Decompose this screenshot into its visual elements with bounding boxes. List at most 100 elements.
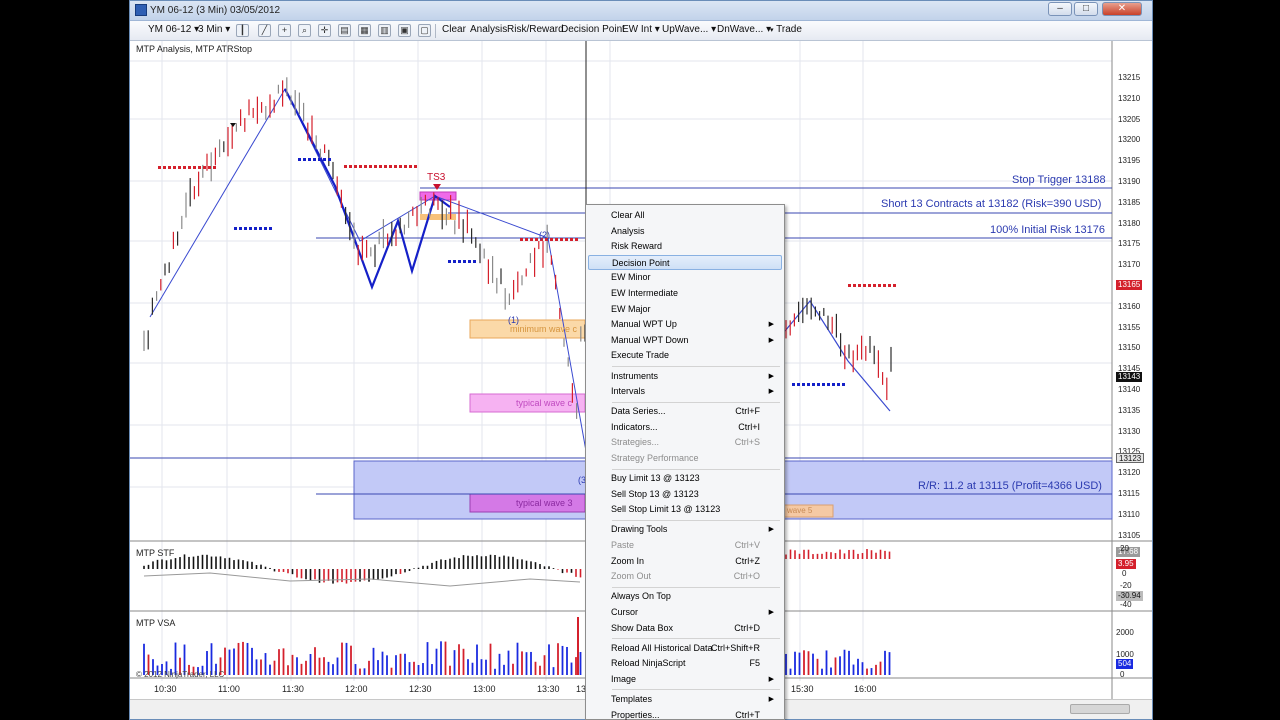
clear-button[interactable]: Clear [442,24,466,35]
zoom-icon[interactable]: ⌕ [298,24,311,37]
always-on-top-icon[interactable]: ▢ [418,24,431,37]
menu-item-clear-all[interactable]: Clear All [588,208,782,223]
menu-item-drawing-tools[interactable]: Drawing Tools ▶ [588,522,782,537]
analysis-button[interactable]: Analysis [470,24,507,35]
scrollbar-thumb[interactable] [1070,704,1130,714]
data-box-icon[interactable]: ▦ [358,24,371,37]
cursor-icon[interactable]: + [278,24,291,37]
risk-reward-button[interactable]: Risk/Reward [507,24,564,35]
price-axis-label: 13160 [1118,301,1141,311]
close-button[interactable]: ✕ [1102,2,1142,16]
price-axis-label: 13105 [1118,530,1141,540]
crosshair-icon[interactable]: ✛ [318,24,331,37]
menu-item-ew-minor[interactable]: EW Minor [588,270,782,285]
upwave-button[interactable]: UpWave... ▾ [662,24,716,35]
price-axis-label: 13200 [1118,135,1141,145]
atr-stop-dot [404,165,407,168]
menu-item-analysis[interactable]: Analysis [588,224,782,239]
menu-item-label: Sell Stop Limit 13 @ 13123 [611,504,721,515]
menu-item-risk-reward[interactable]: Risk Reward [588,239,782,254]
menu-item-label: Manual WPT Down [611,334,689,345]
menu-item-ew-intermediate[interactable]: EW Intermediate [588,286,782,301]
menu-item-templates[interactable]: Templates ▶ [588,692,782,707]
menu-item-label: Instruments [611,370,659,381]
menu-item-cursor[interactable]: Cursor ▶ [588,605,782,620]
menu-item-reload-ninjascript[interactable]: Reload NinjaScript F5 [588,656,782,671]
dnwave-button[interactable]: DnWave... ▾ [717,24,771,35]
menu-item-show-data-box[interactable]: Show Data Box Ctrl+D [588,621,782,636]
menu-item-instruments[interactable]: Instruments ▶ [588,369,782,384]
menu-item-execute-trade[interactable]: Execute Trade [588,348,782,363]
vsa-tag: 504 [1116,659,1134,669]
menu-item-label: Buy Limit 13 @ 13123 [611,473,700,484]
menu-item-manual-wpt-down[interactable]: Manual WPT Down ▶ [588,333,782,348]
menu-item-manual-wpt-up[interactable]: Manual WPT Up ▶ [588,317,782,332]
menu-item-shortcut: Ctrl+V [734,540,760,550]
menu-item-image[interactable]: Image ▶ [588,672,782,687]
atr-stop-dot [525,238,528,241]
menu-item-decision-point[interactable]: Decision Point [588,254,782,270]
indicators-icon[interactable]: ▥ [378,24,391,37]
menu-item-zoom-in[interactable]: Zoom In Ctrl+Z [588,554,782,569]
menu-item-buy-limit-13-13123[interactable]: Buy Limit 13 @ 13123 [588,471,782,486]
strategies-icon[interactable]: ▣ [398,24,411,37]
time-1100: 11:00 [218,684,240,694]
submenu-arrow-icon: ▶ [768,675,774,683]
initial-risk-label: 100% Initial Risk 13176 [990,224,1105,236]
vsa-axis-2000: 2000 [1116,628,1134,637]
menu-item-label: Drawing Tools [611,524,668,535]
trade-button[interactable]: ▾ Trade [770,24,802,35]
time-1230: 12:30 [409,684,432,694]
maximize-button[interactable]: □ [1074,2,1098,16]
context-menu[interactable]: Clear All Analysis Risk Reward Decision Poi… [585,204,785,720]
menu-separator [612,689,780,691]
atr-stop-dot [837,383,840,386]
menu-item-shortcut: Ctrl+Z [735,555,760,566]
atr-stop-dot [827,383,830,386]
menu-separator [612,401,780,403]
wave-2-label: (2) [539,230,550,240]
menu-item-always-on-top[interactable]: Always On Top [588,589,782,604]
menu-item-data-series[interactable]: Data Series... Ctrl+F [588,404,782,419]
minimum-wave-c-label: minimum wave c [510,324,578,334]
time-1030: 10:30 [154,684,177,694]
menu-item-shortcut: Ctrl+T [735,709,760,720]
toolbar-separator [435,24,436,38]
stop-trigger-label: Stop Trigger 13188 [1012,174,1106,186]
menu-item-label: EW Intermediate [611,288,679,298]
menu-item-sell-stop-13-13123[interactable]: Sell Stop 13 @ 13123 [588,487,782,502]
atr-stop-dot [409,165,412,168]
time-1600: 16:00 [854,684,877,694]
ew-int-button[interactable]: EW Int ▾ [622,24,660,35]
menu-item-properties[interactable]: Properties... Ctrl+T [588,708,782,720]
menu-item-label: Zoom In [611,555,645,566]
atr-stop-dot [807,383,810,386]
title-bar[interactable]: YM 06-12 (3 Min) 03/05/2012 – □ ✕ [130,1,1152,21]
atr-stop-dot [888,284,891,287]
typical-wave-3-label: typical wave 3 [516,498,573,508]
menu-item-label: Intervals [611,386,646,397]
atr-stop-dot [163,166,166,169]
menu-item-indicators[interactable]: Indicators... Ctrl+I [588,420,782,435]
menu-item-label: Indicators... [611,421,658,432]
time-1330: 13:30 [537,684,560,694]
atr-stop-dot [198,166,201,169]
properties-icon[interactable]: ▤ [338,24,351,37]
menu-item-label: Strategies... [611,437,660,448]
atr-stop-dot [802,383,805,386]
instrument-selector[interactable]: YM 06-12 ▾ [148,24,199,35]
menu-item-intervals[interactable]: Intervals ▶ [588,384,782,399]
price-axis-label: 13135 [1118,405,1141,415]
menu-item-reload-all-historical-data[interactable]: Reload All Historical Data Ctrl+Shift+R [588,641,782,656]
interval-selector[interactable]: 3 Min ▾ [198,24,230,35]
atr-stop-dot [213,166,216,169]
minimize-button[interactable]: – [1048,2,1072,16]
bar-type-icon[interactable]: ┃ [236,24,249,37]
menu-item-shortcut: Ctrl+D [734,622,760,633]
menu-item-sell-stop-limit-13-13123[interactable]: Sell Stop Limit 13 @ 13123 [588,502,782,517]
atr-stop-dot [453,260,456,263]
decision-point-button[interactable]: Decision Point [561,24,625,35]
menu-item-ew-major[interactable]: EW Major [588,302,782,317]
atr-stop-dot [842,383,845,386]
drawing-tool-icon[interactable]: ╱ [258,24,271,37]
